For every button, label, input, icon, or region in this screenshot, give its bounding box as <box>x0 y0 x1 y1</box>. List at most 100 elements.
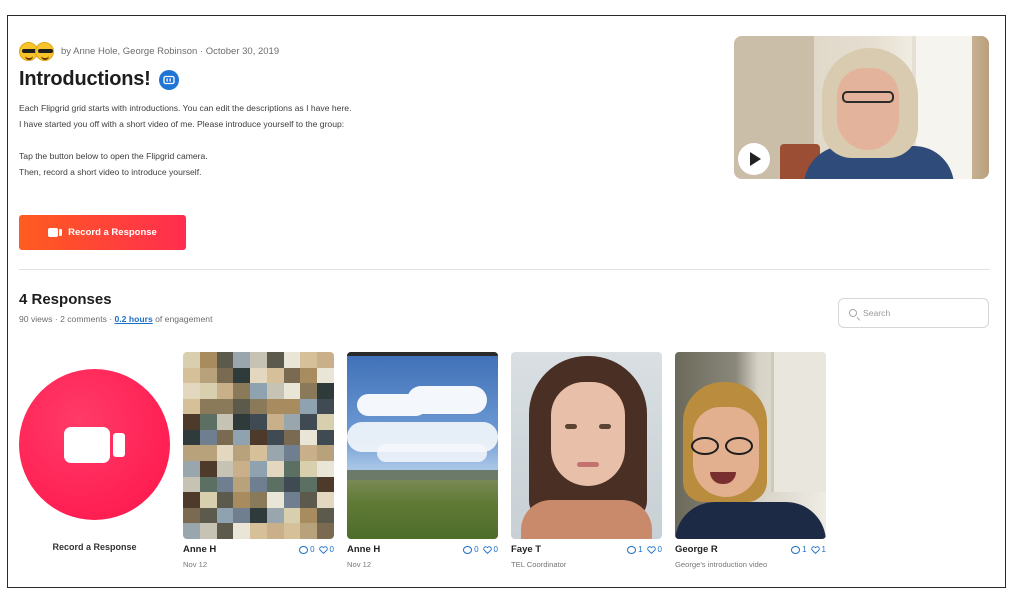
response-card[interactable]: Anne H 0 0 Nov 12 <box>347 352 498 569</box>
pixelated-video-thumbnail <box>183 352 334 539</box>
pixel-block <box>300 367 318 384</box>
response-author: Anne H <box>347 544 381 555</box>
faye-eye <box>565 424 577 429</box>
description-line <box>19 132 499 148</box>
response-subtitle: Nov 12 <box>347 560 372 569</box>
record-response-circle-button[interactable] <box>19 369 170 520</box>
response-author: Anne H <box>183 544 217 555</box>
topic-video[interactable] <box>734 36 989 179</box>
pixel-block <box>216 507 234 524</box>
pixel-block <box>233 476 251 493</box>
pixel-block <box>250 507 267 524</box>
comment-count: 0 <box>310 545 315 554</box>
pixel-block <box>199 383 217 399</box>
search-box[interactable] <box>838 298 989 328</box>
pixel-block <box>266 429 284 446</box>
faye-mouth <box>577 462 599 467</box>
pixel-block <box>317 492 334 508</box>
search-input[interactable] <box>863 308 973 318</box>
pixel-block <box>300 476 318 493</box>
responses-stats: 90 views · 2 comments · 0.2 hours of eng… <box>19 314 212 324</box>
response-stats: 1 1 <box>791 545 826 554</box>
pixel-block <box>233 507 251 524</box>
heart-icon <box>318 545 328 554</box>
pixel-block <box>317 523 334 539</box>
response-stats: 0 0 <box>299 545 334 554</box>
pixel-block <box>216 398 234 415</box>
response-stats: 1 0 <box>627 545 662 554</box>
pixel-block <box>283 523 301 539</box>
pixel-block <box>216 461 234 477</box>
pixel-block <box>283 429 301 446</box>
pixel-block <box>283 492 301 508</box>
pixel-block <box>199 414 217 430</box>
comment-icon <box>463 545 473 554</box>
glasses-lens <box>691 437 719 455</box>
pixel-block <box>216 352 234 368</box>
sunglasses-emoji-icon <box>35 41 54 61</box>
heart-icon <box>646 545 656 554</box>
pixel-block <box>250 445 267 462</box>
comment-icon <box>627 545 637 554</box>
pixel-block <box>233 414 251 430</box>
video-person-glasses <box>842 91 894 103</box>
comment-icon <box>791 545 801 554</box>
pixel-block <box>317 429 334 446</box>
pixel-block <box>317 414 334 430</box>
description-line: Then, record a short video to introduce … <box>19 167 202 177</box>
topic-title-row: Introductions! <box>19 68 179 91</box>
pixel-block <box>283 476 301 493</box>
pixel-block <box>300 429 318 446</box>
camera-lens <box>112 432 125 457</box>
pixel-block <box>216 492 234 508</box>
cloud <box>377 444 487 462</box>
pixel-block <box>183 492 200 508</box>
response-thumbnail[interactable] <box>675 352 826 539</box>
george-shirt <box>675 502 826 539</box>
pixel-block <box>300 398 318 415</box>
pixel-block <box>317 461 334 477</box>
pixel-block <box>250 523 267 539</box>
pixel-block <box>250 461 267 477</box>
pixel-block <box>266 398 284 415</box>
play-icon[interactable] <box>738 143 770 175</box>
response-stats: 0 0 <box>463 545 498 554</box>
pixel-block <box>199 398 217 415</box>
response-thumbnail[interactable] <box>183 352 334 539</box>
response-subtitle: George's introduction video <box>675 560 768 569</box>
pixel-block <box>233 492 251 508</box>
pixel-block <box>250 383 267 399</box>
record-response-button[interactable]: Record a Response <box>19 215 186 250</box>
response-card[interactable]: Anne H 0 0 Nov 12 <box>183 352 334 569</box>
pixel-block <box>199 352 217 368</box>
pixel-block <box>233 523 251 539</box>
pixel-block <box>283 383 301 399</box>
pixel-block <box>300 414 318 430</box>
pixel-block <box>233 383 251 399</box>
description-line: Each Flipgrid grid starts with introduct… <box>19 103 352 113</box>
pixel-block <box>300 461 318 477</box>
response-thumbnail[interactable] <box>511 352 662 539</box>
pixel-block <box>216 476 234 493</box>
glasses-lens <box>725 437 753 455</box>
pixel-block <box>183 523 200 539</box>
closed-caption-icon[interactable] <box>158 69 179 90</box>
response-card[interactable]: George R 1 1 George's introduction video <box>675 352 826 569</box>
page-title: Introductions! <box>19 68 151 90</box>
pixel-block <box>199 367 217 384</box>
response-thumbnail[interactable] <box>347 352 498 539</box>
pixel-block <box>317 476 334 493</box>
pixel-block <box>183 445 200 462</box>
pixel-block <box>266 445 284 462</box>
pixel-block <box>250 414 267 430</box>
pixel-block <box>183 507 200 524</box>
response-card[interactable]: Faye T 1 0 TEL Coordinator <box>511 352 662 569</box>
like-count: 0 <box>329 545 334 554</box>
pixel-block <box>183 461 200 477</box>
like-count: 1 <box>821 545 826 554</box>
pixel-block <box>183 352 200 368</box>
faye-eye <box>599 424 611 429</box>
engagement-hours-link[interactable]: 0.2 hours <box>115 314 153 324</box>
video-person-face <box>837 68 899 150</box>
pixel-block <box>250 367 267 384</box>
